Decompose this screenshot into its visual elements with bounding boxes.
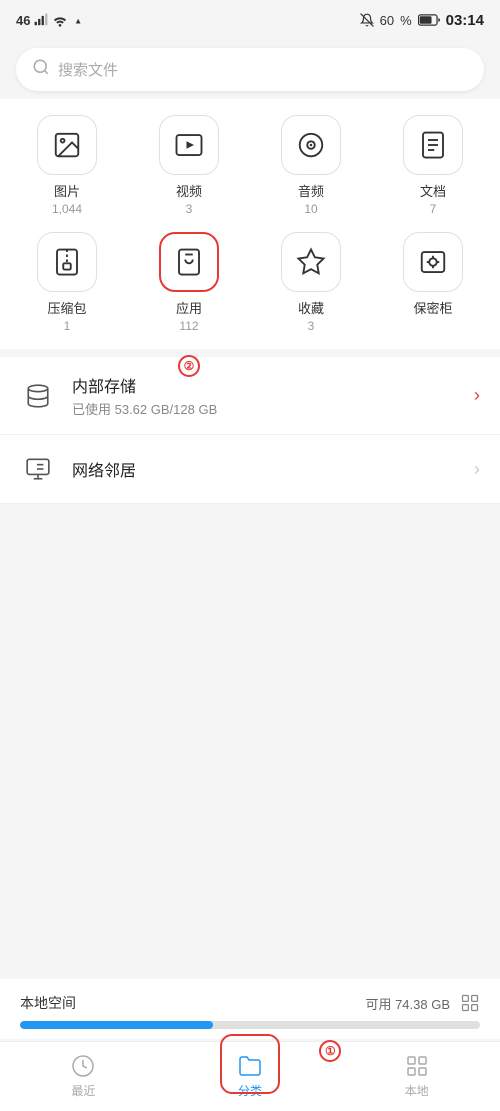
signal-text: 46 (16, 13, 30, 28)
status-left: 46 ▲ (16, 13, 88, 28)
internal-storage-item[interactable]: 内部存储 已使用 53.62 GB/128 GB › (0, 357, 500, 435)
internal-storage-text: 内部存储 已使用 53.62 GB/128 GB (72, 373, 458, 418)
storage-bar-header: 本地空间 可用 74.38 GB (20, 993, 480, 1013)
storage-icon (20, 378, 56, 414)
category-item-favorites[interactable]: 收藏 3 (252, 232, 370, 333)
search-bar[interactable]: 搜索文件 (16, 48, 484, 91)
safe-count (431, 319, 434, 333)
category-item-safe[interactable]: 保密柜 (374, 232, 492, 333)
network-storage-chevron: › (474, 459, 480, 480)
data-icon: ▲ (72, 13, 88, 27)
images-count: 1,044 (52, 202, 82, 216)
video-icon (174, 130, 204, 160)
images-label: 图片 (54, 181, 80, 200)
audio-icon-wrap (281, 115, 341, 175)
clock-icon (71, 1054, 95, 1078)
star-icon (296, 247, 326, 277)
category-item-audio[interactable]: 音频 10 (252, 115, 370, 216)
bottom-storage-bar: 本地空间 可用 74.38 GB (0, 979, 500, 1039)
storage-section: 内部存储 已使用 53.62 GB/128 GB › 网络邻居 › (0, 357, 500, 504)
grid-icon (405, 1054, 429, 1078)
safe-label: 保密柜 (413, 298, 452, 317)
category-item-docs[interactable]: 文档 7 (374, 115, 492, 216)
videos-icon-wrap (159, 115, 219, 175)
internal-storage-chevron: › (474, 385, 480, 406)
audio-count: 10 (304, 202, 317, 216)
storage-bar-fill (20, 1021, 213, 1029)
videos-count: 3 (186, 202, 193, 216)
safe-icon (418, 247, 448, 277)
nav-local-label: 本地 (405, 1082, 429, 1099)
bottom-nav: 最近 分类 ① 本地 (0, 1041, 500, 1111)
bell-icon (360, 13, 374, 27)
zip-label: 压缩包 (47, 298, 86, 317)
internal-storage-subtitle: 已使用 53.62 GB/128 GB (72, 399, 458, 418)
category-item-images[interactable]: 图片 1,044 (8, 115, 126, 216)
internal-storage-title: 内部存储 (72, 373, 458, 397)
videos-label: 视频 (176, 181, 202, 200)
battery-level: 60 (380, 13, 394, 28)
time: 03:14 (446, 12, 484, 29)
safe-icon-wrap (403, 232, 463, 292)
folder-icon (238, 1054, 262, 1078)
category-grid: 图片 1,044 视频 3 音频 10 (0, 99, 500, 349)
nav-recent-label: 最近 (71, 1082, 95, 1099)
audio-icon (296, 130, 326, 160)
nav-item-category[interactable]: 分类 ① (167, 1046, 334, 1107)
svg-text:▲: ▲ (75, 17, 83, 26)
audio-label: 音频 (298, 181, 324, 200)
zip-icon-wrap (37, 232, 97, 292)
docs-icon-wrap (403, 115, 463, 175)
category-item-zip[interactable]: 压缩包 1 (8, 232, 126, 333)
network-icon (20, 451, 56, 487)
storage-action-icon[interactable] (460, 993, 480, 1013)
image-icon (52, 130, 82, 160)
zip-icon (52, 247, 82, 277)
zip-count: 1 (64, 319, 71, 333)
favorites-label: 收藏 (298, 298, 324, 317)
network-storage-item[interactable]: 网络邻居 › (0, 435, 500, 504)
network-storage-icon (25, 456, 51, 482)
apps-icon-wrap (159, 232, 219, 292)
images-icon-wrap (37, 115, 97, 175)
search-placeholder: 搜索文件 (58, 59, 118, 80)
apps-label: 应用 (176, 298, 202, 317)
annotation-2: ② (178, 355, 200, 377)
signal-icon (34, 13, 48, 27)
favorites-count: 3 (308, 319, 315, 333)
category-item-videos[interactable]: 视频 3 (130, 115, 248, 216)
nav-category-label: 分类 (238, 1082, 262, 1099)
status-right: 60% 03:14 (360, 12, 484, 29)
battery-icon (418, 14, 440, 26)
network-storage-text: 网络邻居 (72, 457, 458, 481)
app-icon (174, 247, 204, 277)
wifi-icon (52, 13, 68, 27)
network-storage-title: 网络邻居 (72, 457, 458, 481)
nav-item-local[interactable]: 本地 (333, 1046, 500, 1107)
search-icon (32, 58, 50, 81)
storage-bar-title: 本地空间 (20, 993, 76, 1013)
apps-count: 112 (179, 319, 198, 333)
nav-item-recent[interactable]: 最近 (0, 1046, 167, 1107)
storage-bar-track (20, 1021, 480, 1029)
docs-count: 7 (430, 202, 437, 216)
favorites-icon-wrap (281, 232, 341, 292)
status-bar: 46 ▲ 60% 03:14 (0, 0, 500, 40)
docs-label: 文档 (420, 181, 446, 200)
category-item-apps[interactable]: 应用 112 ② (130, 232, 248, 333)
doc-icon (418, 130, 448, 160)
internal-storage-icon (25, 383, 51, 409)
storage-bar-available: 可用 74.38 GB (365, 994, 450, 1013)
